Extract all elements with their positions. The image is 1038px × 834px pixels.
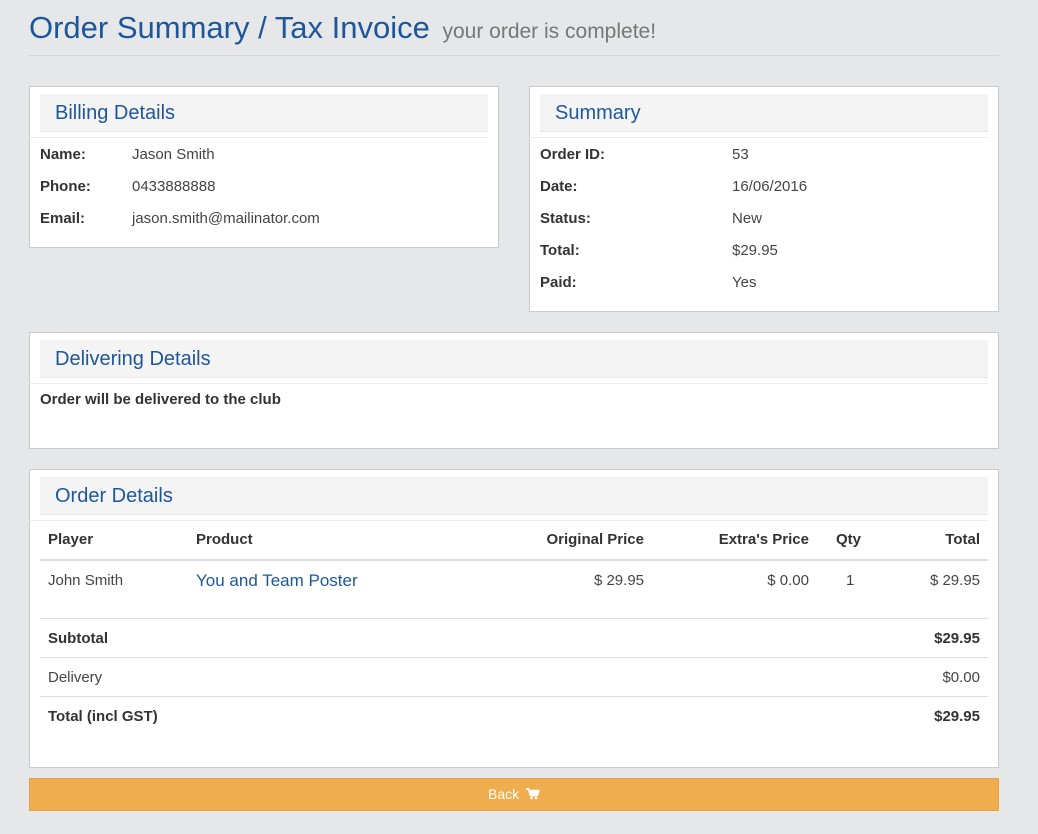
delivering-details-panel: Delivering Details Order will be deliver… [25,332,999,449]
order-details-panel: Order Details Player Product Original Pr… [25,469,999,768]
summary-status-label: Status: [540,210,591,227]
delivery-label: Delivery [48,669,103,686]
column-header-qty: Qty [836,531,862,548]
page-title: Order Summary / Tax Invoice your order i… [29,10,657,45]
order-table: Player Product Original Price Extra's Pr… [40,517,988,736]
column-header-product: Product [196,531,253,548]
column-header-total: Total [945,531,980,548]
item-original-price: $ 29.95 [593,572,644,589]
order-details-heading: Order Details [25,477,988,521]
delivering-details-heading: Delivering Details [25,340,988,384]
column-header-original-price: Original Price [546,531,644,548]
summary-order-id-label: Order ID: [540,146,606,163]
summary-order-id-value: 53 [732,146,749,163]
summary-panel: Summary Order ID: 53 Date: 16/06/2016 St… [525,86,999,312]
billing-name-label: Name: [40,146,86,163]
item-extras-price: $ 0.00 [767,572,809,589]
back-button[interactable]: Back [29,778,999,811]
table-row: John Smith You and Team Poster $ 29.95 $… [40,561,988,619]
billing-details-panel: Billing Details Name: Jason Smith Phone:… [25,86,499,248]
billing-details-heading: Billing Details [25,94,488,138]
shopping-cart-icon [526,780,540,800]
item-total: $ 29.95 [929,572,980,589]
summary-heading: Summary [525,94,988,138]
billing-email-value: jason.smith@mailinator.com [132,210,320,227]
billing-email-label: Email: [40,210,86,227]
subtotal-label: Subtotal [48,630,108,647]
column-header-player: Player [48,531,94,548]
grand-total-label: Total (incl GST) [48,708,158,725]
column-header-extras-price: Extra's Price [718,531,809,548]
order-table-header: Player Product Original Price Extra's Pr… [40,517,988,561]
billing-name-value: Jason Smith [132,146,215,163]
subtotal-value: $29.95 [934,630,980,647]
billing-phone-value: 0433888888 [132,178,216,195]
delivery-note: Order will be delivered to the club [40,391,281,408]
item-qty: 1 [846,572,855,589]
product-link[interactable]: You and Team Poster [196,571,358,590]
summary-date-value: 16/06/2016 [732,178,808,195]
page-header: Order Summary / Tax Invoice your order i… [29,8,999,56]
summary-paid-value: Yes [732,274,757,291]
summary-status-value: New [732,210,763,227]
delivery-row: Delivery $0.00 [40,658,988,697]
billing-phone-label: Phone: [40,178,91,195]
delivery-value: $0.00 [942,669,980,686]
item-player: John Smith [48,572,124,589]
item-product: You and Team Poster [196,571,358,592]
back-button-label: Back [487,786,520,802]
page-subtitle: your order is complete! [442,20,657,43]
summary-total-label: Total: [540,242,580,259]
subtotal-row: Subtotal $29.95 [40,619,988,658]
summary-total-value: $29.95 [732,242,778,259]
summary-paid-label: Paid: [540,274,577,291]
summary-date-label: Date: [540,178,578,195]
grand-total-value: $29.95 [934,708,980,725]
grand-total-row: Total (incl GST) $29.95 [40,697,988,736]
